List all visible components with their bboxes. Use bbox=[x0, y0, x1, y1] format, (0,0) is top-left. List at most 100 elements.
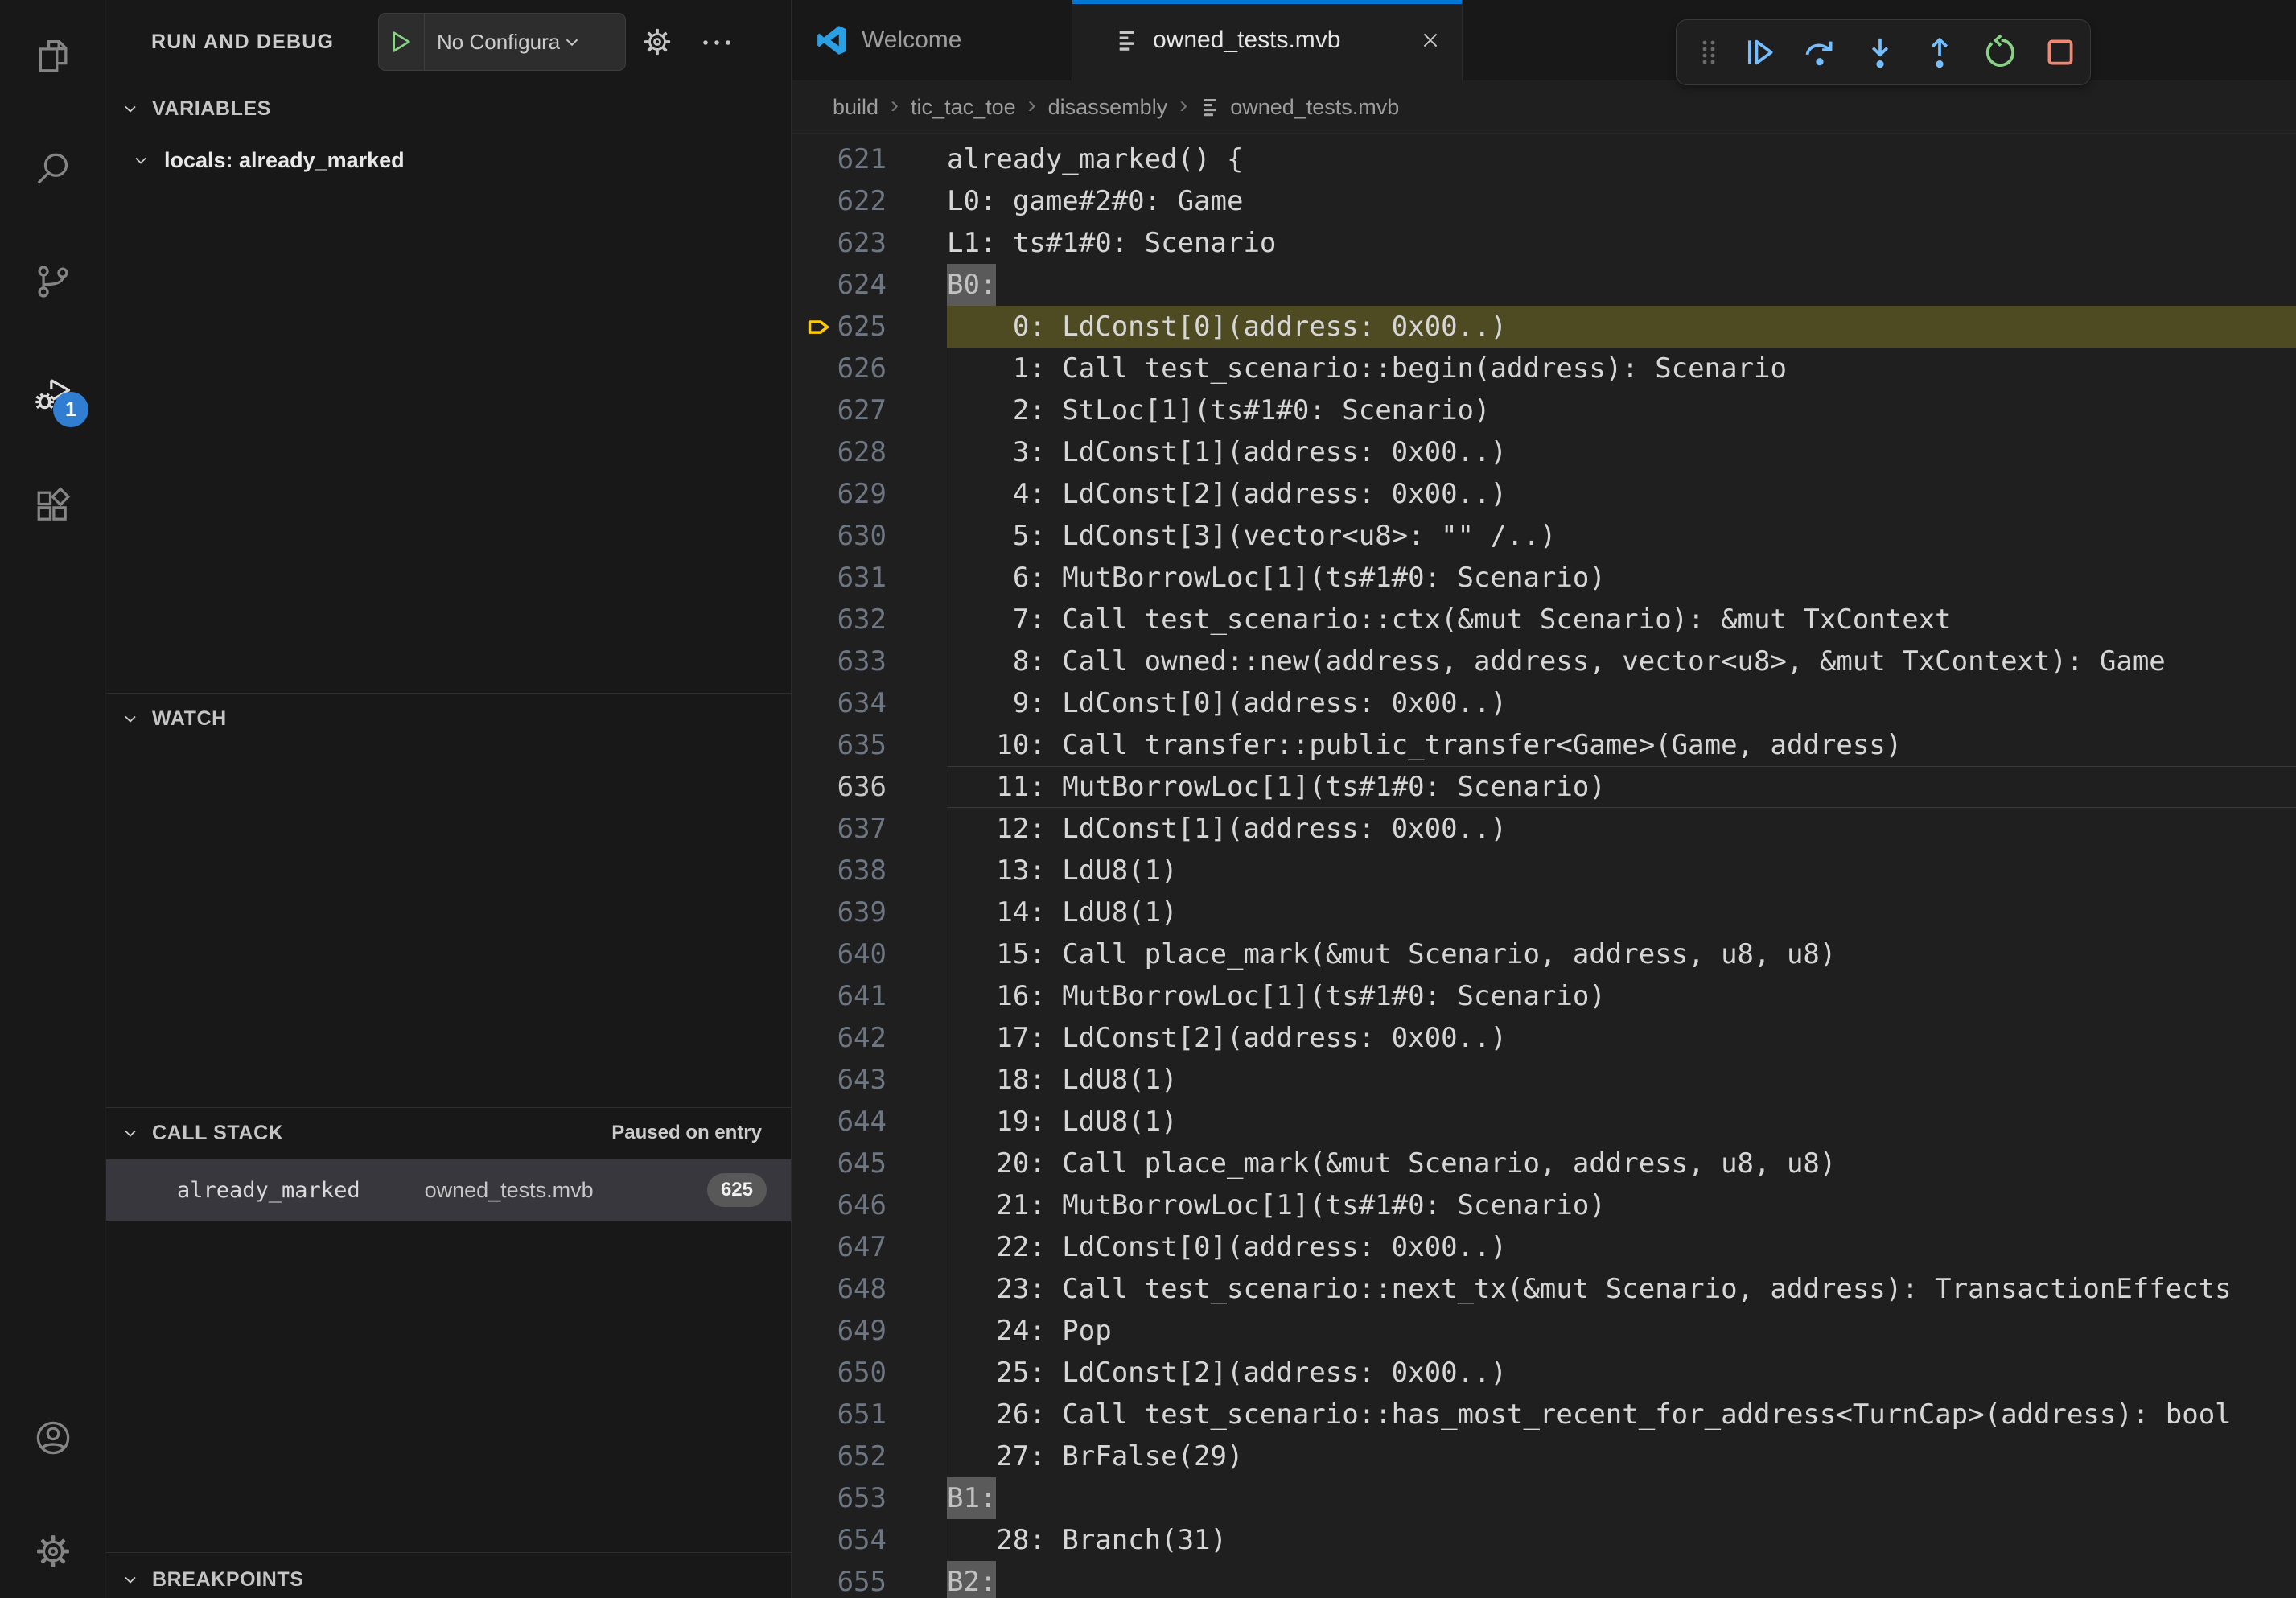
step-out-button[interactable] bbox=[1910, 34, 1970, 71]
code-line-641[interactable]: 641 16: MutBorrowLoc[1](ts#1#0: Scenario… bbox=[792, 975, 2296, 1017]
code-text: L1: ts#1#0: Scenario bbox=[947, 222, 2296, 264]
variables-section-header[interactable]: VARIABLES bbox=[106, 87, 791, 130]
line-number: 648 bbox=[792, 1268, 887, 1310]
continue-button[interactable] bbox=[1730, 34, 1790, 71]
play-icon bbox=[389, 29, 414, 55]
vscode-window: 1 bbox=[0, 0, 2296, 1598]
more-actions-button[interactable] bbox=[698, 27, 735, 59]
line-number: 630 bbox=[792, 515, 887, 557]
line-number: 640 bbox=[792, 933, 887, 975]
code-view: 621already_marked() {622L0: game#2#0: Ga… bbox=[792, 134, 2296, 1598]
scope-label: locals: already_marked bbox=[164, 148, 405, 173]
code-line-639[interactable]: 639 14: LdU8(1) bbox=[792, 892, 2296, 933]
stack-frame-row[interactable]: already_marked owned_tests.mvb 625 bbox=[106, 1159, 791, 1221]
code-line-627[interactable]: 627 2: StLoc[1](ts#1#0: Scenario) bbox=[792, 389, 2296, 431]
activitybar-accounts[interactable] bbox=[0, 1382, 105, 1494]
code-text: 7: Call test_scenario::ctx(&mut Scenario… bbox=[947, 599, 2296, 640]
code-line-653[interactable]: 653B1: bbox=[792, 1477, 2296, 1519]
stop-button[interactable] bbox=[2030, 34, 2090, 71]
code-line-631[interactable]: 631 6: MutBorrowLoc[1](ts#1#0: Scenario) bbox=[792, 557, 2296, 599]
code-text: 26: Call test_scenario::has_most_recent_… bbox=[947, 1394, 2296, 1435]
drag-handle-icon[interactable] bbox=[1688, 36, 1730, 68]
step-into-icon bbox=[1862, 34, 1899, 71]
config-dropdown-label: No Configura bbox=[437, 30, 560, 55]
code-line-624[interactable]: 624B0: bbox=[792, 264, 2296, 306]
code-line-637[interactable]: 637 12: LdConst[1](address: 0x00..) bbox=[792, 808, 2296, 850]
code-line-628[interactable]: 628 3: LdConst[1](address: 0x00..) bbox=[792, 431, 2296, 473]
activitybar-explorer[interactable] bbox=[0, 0, 105, 113]
breadcrumb-item[interactable]: owned_tests.mvb bbox=[1199, 95, 1399, 120]
debug-config-dropdown[interactable]: No Configura bbox=[378, 13, 626, 71]
breakpoints-section-header[interactable]: BREAKPOINTS bbox=[106, 1558, 791, 1598]
code-line-651[interactable]: 651 26: Call test_scenario::has_most_rec… bbox=[792, 1394, 2296, 1435]
activitybar-source-control[interactable] bbox=[0, 225, 105, 338]
code-line-625[interactable]: 625 0: LdConst[0](address: 0x00..) bbox=[792, 306, 2296, 348]
start-debug-button[interactable] bbox=[379, 14, 425, 70]
debug-settings-gear-button[interactable] bbox=[639, 23, 676, 60]
code-line-650[interactable]: 650 25: LdConst[2](address: 0x00..) bbox=[792, 1352, 2296, 1394]
code-line-649[interactable]: 649 24: Pop bbox=[792, 1310, 2296, 1352]
step-over-button[interactable] bbox=[1790, 34, 1850, 71]
code-line-630[interactable]: 630 5: LdConst[3](vector<u8>: "" /..) bbox=[792, 515, 2296, 557]
code-line-622[interactable]: 622L0: game#2#0: Game bbox=[792, 180, 2296, 222]
code-line-640[interactable]: 640 15: Call place_mark(&mut Scenario, a… bbox=[792, 933, 2296, 975]
breadcrumb-label: owned_tests.mvb bbox=[1230, 95, 1399, 120]
chevron-down-icon bbox=[562, 31, 582, 52]
variables-scope-row[interactable]: locals: already_marked bbox=[106, 137, 791, 183]
code-line-632[interactable]: 632 7: Call test_scenario::ctx(&mut Scen… bbox=[792, 599, 2296, 640]
activitybar-settings[interactable] bbox=[0, 1495, 105, 1598]
section-divider bbox=[106, 1107, 791, 1108]
code-line-646[interactable]: 646 21: MutBorrowLoc[1](ts#1#0: Scenario… bbox=[792, 1184, 2296, 1226]
code-line-647[interactable]: 647 22: LdConst[0](address: 0x00..) bbox=[792, 1226, 2296, 1268]
code-line-621[interactable]: 621already_marked() { bbox=[792, 138, 2296, 180]
restart-button[interactable] bbox=[1970, 34, 2031, 71]
step-into-button[interactable] bbox=[1850, 34, 1910, 71]
tab-owned-tests[interactable]: owned_tests.mvb bbox=[1072, 0, 1463, 80]
breadcrumb-item[interactable]: disassembly bbox=[1048, 95, 1168, 120]
activitybar-run-and-debug[interactable]: 1 bbox=[0, 338, 105, 451]
line-number: 627 bbox=[792, 389, 887, 431]
code-text: 28: Branch(31) bbox=[947, 1519, 2296, 1561]
code-line-645[interactable]: 645 20: Call place_mark(&mut Scenario, a… bbox=[792, 1143, 2296, 1184]
breakpoints-section-label: BREAKPOINTS bbox=[152, 1568, 304, 1592]
breadcrumb: build›tic_tac_toe›disassembly›owned_test… bbox=[833, 80, 1399, 134]
code-line-654[interactable]: 654 28: Branch(31) bbox=[792, 1519, 2296, 1561]
breadcrumb-item[interactable]: tic_tac_toe bbox=[911, 95, 1016, 120]
code-line-643[interactable]: 643 18: LdU8(1) bbox=[792, 1059, 2296, 1101]
code-line-635[interactable]: 635 10: Call transfer::public_transfer<G… bbox=[792, 724, 2296, 766]
block-label-highlight: B1: bbox=[947, 1477, 996, 1519]
line-number: 642 bbox=[792, 1017, 887, 1059]
activitybar-extensions[interactable] bbox=[0, 451, 105, 563]
activitybar-search[interactable] bbox=[0, 113, 105, 225]
watch-section-header[interactable]: WATCH bbox=[106, 697, 791, 740]
code-line-648[interactable]: 648 23: Call test_scenario::next_tx(&mut… bbox=[792, 1268, 2296, 1310]
code-line-623[interactable]: 623L1: ts#1#0: Scenario bbox=[792, 222, 2296, 264]
tab-welcome[interactable]: Welcome bbox=[792, 0, 1072, 80]
code-line-634[interactable]: 634 9: LdConst[0](address: 0x00..) bbox=[792, 682, 2296, 724]
disassembly-file-icon bbox=[1199, 96, 1222, 118]
files-icon bbox=[32, 35, 74, 77]
code-line-638[interactable]: 638 13: LdU8(1) bbox=[792, 850, 2296, 892]
code-line-652[interactable]: 652 27: BrFalse(29) bbox=[792, 1435, 2296, 1477]
code-line-626[interactable]: 626 1: Call test_scenario::begin(address… bbox=[792, 348, 2296, 389]
call-stack-section-header[interactable]: CALL STACK Paused on entry bbox=[106, 1111, 791, 1155]
code-line-642[interactable]: 642 17: LdConst[2](address: 0x00..) bbox=[792, 1017, 2296, 1059]
breadcrumb-item[interactable]: build bbox=[833, 95, 878, 120]
line-number: 631 bbox=[792, 557, 887, 599]
restart-icon bbox=[1981, 34, 2018, 71]
line-number: 644 bbox=[792, 1101, 887, 1143]
code-line-636[interactable]: 636 11: MutBorrowLoc[1](ts#1#0: Scenario… bbox=[792, 766, 2296, 808]
line-number: 628 bbox=[792, 431, 887, 473]
code-line-644[interactable]: 644 19: LdU8(1) bbox=[792, 1101, 2296, 1143]
close-icon[interactable] bbox=[1418, 28, 1442, 52]
code-text: 12: LdConst[1](address: 0x00..) bbox=[947, 808, 2296, 850]
code-line-633[interactable]: 633 8: Call owned::new(address, address,… bbox=[792, 640, 2296, 682]
code-text: 0: LdConst[0](address: 0x00..) bbox=[947, 306, 2296, 348]
code-line-655[interactable]: 655B2: bbox=[792, 1561, 2296, 1598]
stack-frame-file: owned_tests.mvb bbox=[425, 1178, 594, 1203]
code-text: already_marked() { bbox=[947, 138, 2296, 180]
stack-frame-function: already_marked bbox=[177, 1178, 360, 1203]
step-over-icon bbox=[1801, 34, 1838, 71]
code-line-629[interactable]: 629 4: LdConst[2](address: 0x00..) bbox=[792, 473, 2296, 515]
watch-section-label: WATCH bbox=[152, 707, 227, 731]
